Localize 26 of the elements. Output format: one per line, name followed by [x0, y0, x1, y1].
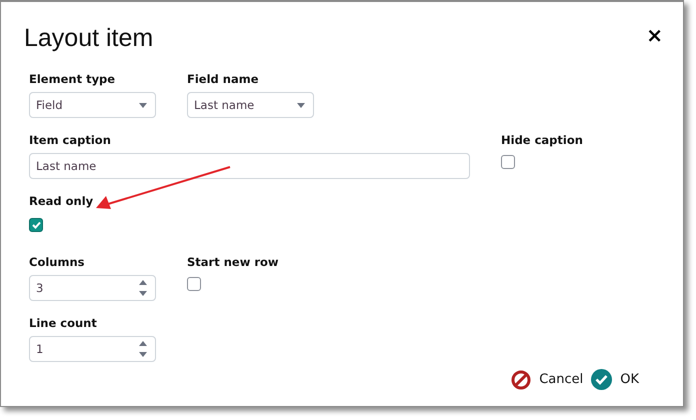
- field-label: Start new row: [187, 255, 279, 269]
- close-button[interactable]: ×: [642, 25, 667, 45]
- dialog-title: Layout item: [24, 24, 154, 53]
- field-label: Line count: [29, 316, 98, 330]
- input-field[interactable]: Last name: [29, 153, 470, 179]
- caret-icon: [297, 102, 305, 108]
- number-field[interactable]: 1: [29, 336, 156, 362]
- checkbox[interactable]: [187, 277, 201, 291]
- check-icon: [591, 369, 612, 390]
- caret-icon: [139, 102, 147, 108]
- number-field[interactable]: 3: [29, 275, 156, 301]
- spinner-icon: [139, 341, 147, 357]
- checkbox[interactable]: [29, 218, 43, 232]
- field-label: Field name: [187, 72, 260, 86]
- ok-button[interactable]: OK: [591, 369, 639, 390]
- dropdown-field[interactable]: Last name: [187, 92, 314, 118]
- field-label: Hide caption: [501, 133, 583, 147]
- field-label: Element type: [29, 72, 116, 86]
- field-label: Columns: [29, 255, 86, 269]
- spinner-icon: [139, 280, 147, 296]
- checkbox[interactable]: [501, 155, 515, 169]
- field-label: Item caption: [29, 133, 112, 147]
- prohibited-icon: [511, 370, 532, 390]
- dropdown-field[interactable]: Field: [29, 92, 156, 118]
- field-label: Read only: [29, 194, 94, 208]
- cancel-button[interactable]: Cancel: [511, 369, 584, 390]
